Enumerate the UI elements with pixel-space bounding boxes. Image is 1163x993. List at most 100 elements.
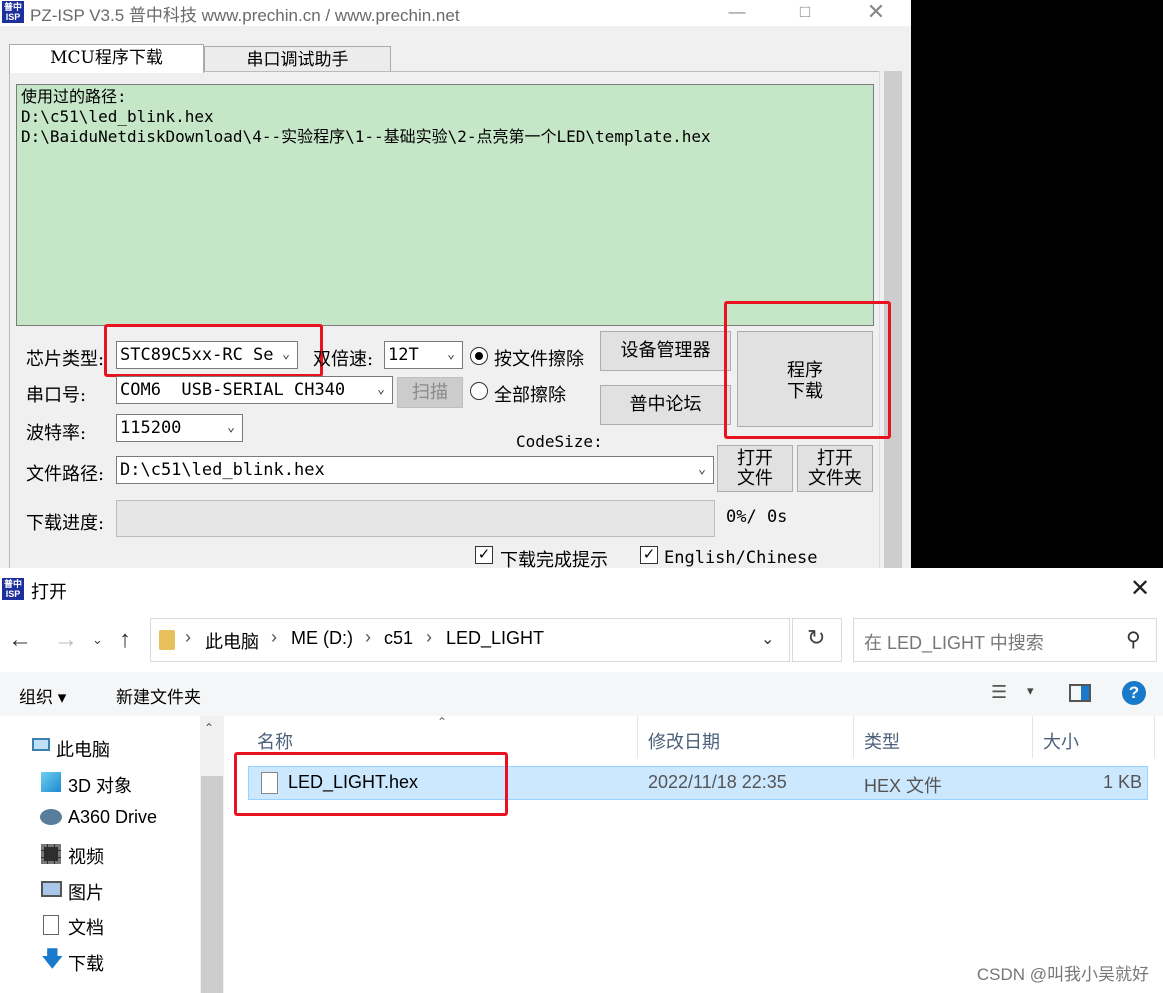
dialog-title: 打开 xyxy=(31,582,67,602)
app-logo-icon: 普中 ISP xyxy=(2,1,24,23)
this-pc-icon xyxy=(32,738,50,751)
watermark: CSDN @叫我小吴就好 xyxy=(976,965,1149,984)
port-select[interactable]: COM6 USB-SERIAL CH340 ⌄ xyxy=(116,376,393,404)
breadcrumb-item[interactable]: LED_LIGHT xyxy=(446,628,544,649)
breadcrumb-sep-icon: › xyxy=(271,627,277,647)
new-folder-button[interactable]: 新建文件夹 xyxy=(116,683,201,708)
breadcrumb-item[interactable]: ME (D:) xyxy=(291,628,353,649)
file-path-select[interactable]: D:\c51\led_blink.hex ⌄ xyxy=(116,456,714,484)
title-bar: 普中 ISP PZ-ISP V3.5 普中科技 www.prechin.cn / … xyxy=(0,0,911,26)
progress-label: 下载进度: xyxy=(26,513,105,534)
column-divider[interactable] xyxy=(1154,716,1155,758)
recent-chevron-icon[interactable]: ⌄ xyxy=(92,632,103,648)
nav-item-this-pc[interactable]: 此电脑 xyxy=(56,736,110,762)
nav-scrollbar[interactable]: ⌃ xyxy=(200,716,224,993)
breadcrumb-sep-icon: › xyxy=(185,627,191,647)
port-label: 串口号: xyxy=(26,385,87,406)
search-placeholder: 在 LED_LIGHT 中搜索 xyxy=(864,633,1044,653)
tab-serial-assistant[interactable]: 串口调试助手 xyxy=(204,46,391,72)
window-title: PZ-ISP V3.5 普中科技 www.prechin.cn / www.pr… xyxy=(30,6,460,25)
dialog-app-icon: 普中 ISP xyxy=(2,578,24,600)
file-path-label: 文件路径: xyxy=(26,464,105,485)
column-type[interactable]: 类型 xyxy=(864,728,900,754)
nav-item-pictures[interactable]: 图片 xyxy=(68,879,104,905)
file-size: 1 KB xyxy=(1102,772,1142,792)
maximize-button[interactable]: □ xyxy=(782,0,828,26)
erase-all-label: 全部擦除 xyxy=(494,385,566,406)
breadcrumb-item[interactable]: c51 xyxy=(384,628,413,649)
dialog-close-icon[interactable]: ✕ xyxy=(1130,574,1150,603)
baud-rate-select[interactable]: 115200 ⌄ xyxy=(116,414,243,442)
open-file-button[interactable]: 打开 文件 xyxy=(717,445,793,492)
preview-pane-icon[interactable] xyxy=(1069,684,1091,702)
open-file-line2: 文件 xyxy=(737,468,773,489)
double-speed-value: 12T xyxy=(388,345,419,365)
column-divider[interactable] xyxy=(637,716,638,758)
pictures-icon xyxy=(41,881,62,897)
notify-label: 下载完成提示 xyxy=(500,550,608,568)
folder-icon xyxy=(159,630,175,650)
notify-checkbox[interactable]: ✓ xyxy=(475,546,493,564)
device-manager-button[interactable]: 设备管理器 xyxy=(600,331,731,371)
open-folder-button[interactable]: 打开 文件夹 xyxy=(797,445,873,492)
open-file-dialog: 普中 ISP 打开 ✕ ← → ⌄ ↑ › 此电脑 › ME (D:) › c51… xyxy=(0,568,1163,993)
nav-item-a360-drive[interactable]: A360 Drive xyxy=(68,807,157,828)
back-arrow-icon[interactable]: ← xyxy=(8,626,32,654)
view-chevron-icon[interactable]: ▾ xyxy=(1027,683,1034,699)
up-arrow-icon[interactable]: ↑ xyxy=(119,626,131,654)
view-options-icon[interactable]: ☰ xyxy=(991,682,1007,703)
radio-erase-all[interactable] xyxy=(470,382,488,400)
help-icon[interactable]: ? xyxy=(1122,681,1146,705)
radio-erase-by-file[interactable] xyxy=(470,347,488,365)
chevron-down-icon: ⌄ xyxy=(440,342,462,368)
breadcrumb-item[interactable]: 此电脑 xyxy=(205,628,259,654)
nav-item-videos[interactable]: 视频 xyxy=(68,843,104,869)
open-file-line1: 打开 xyxy=(737,448,773,469)
language-checkbox[interactable]: ✓ xyxy=(640,546,658,564)
forward-arrow-icon[interactable]: → xyxy=(54,626,78,654)
file-path-value: D:\c51\led_blink.hex xyxy=(120,460,325,480)
navigation-pane: ⌃ 此电脑 3D 对象 A360 Drive 视频 图片 文档 🡇 下载 xyxy=(0,716,226,993)
open-folder-line2: 文件夹 xyxy=(808,468,862,489)
double-speed-select[interactable]: 12T ⌄ xyxy=(384,341,463,369)
search-icon: ⚲ xyxy=(1126,629,1141,651)
a360-drive-icon xyxy=(40,809,62,825)
chip-type-label: 芯片类型: xyxy=(26,349,105,370)
port-value: COM6 USB-SERIAL CH340 xyxy=(120,380,346,400)
history-path-box[interactable]: 使用过的路径: D:\c51\led_blink.hex D:\BaiduNet… xyxy=(16,84,874,326)
command-bar: 组织 ▾ 新建文件夹 ☰ ▾ ? xyxy=(0,672,1163,716)
documents-icon xyxy=(43,915,59,935)
downloads-icon: 🡇 xyxy=(41,946,64,971)
column-date[interactable]: 修改日期 xyxy=(648,728,720,754)
breadcrumb-sep-icon: › xyxy=(426,627,432,647)
3d-objects-icon xyxy=(41,772,61,792)
close-button[interactable]: ✕ xyxy=(853,0,899,26)
column-name[interactable]: 名称 xyxy=(257,728,293,754)
column-divider[interactable] xyxy=(853,716,854,758)
column-divider[interactable] xyxy=(1032,716,1033,758)
address-history-chevron-icon[interactable]: ⌄ xyxy=(761,629,774,649)
address-bar[interactable]: › 此电脑 › ME (D:) › c51 › LED_LIGHT ⌄ xyxy=(150,618,790,662)
nav-item-downloads[interactable]: 下载 xyxy=(68,950,104,976)
double-speed-label: 双倍速: xyxy=(313,349,374,370)
search-box[interactable]: 在 LED_LIGHT 中搜索 ⚲ xyxy=(853,618,1157,662)
minimize-button[interactable]: — xyxy=(714,0,760,26)
organize-menu[interactable]: 组织 ▾ xyxy=(19,683,66,708)
highlight-download-button xyxy=(724,301,891,439)
tab-mcu-download[interactable]: MCU程序下载 xyxy=(9,44,204,73)
refresh-button[interactable]: ↻ xyxy=(792,618,842,662)
background-black-area xyxy=(911,0,1163,568)
baud-rate-label: 波特率: xyxy=(26,423,87,444)
baud-rate-value: 115200 xyxy=(120,418,182,438)
open-folder-line1: 打开 xyxy=(817,448,853,469)
scan-button[interactable]: 扫描 xyxy=(397,377,463,408)
forum-button[interactable]: 普中论坛 xyxy=(600,385,731,425)
progress-text: 0%/ 0s xyxy=(726,507,788,527)
file-type: HEX 文件 xyxy=(864,776,943,796)
language-label: English/Chinese xyxy=(664,548,818,568)
column-size[interactable]: 大小 xyxy=(1043,728,1079,754)
nav-item-documents[interactable]: 文档 xyxy=(68,914,104,940)
nav-item-3d-objects[interactable]: 3D 对象 xyxy=(68,772,132,798)
highlight-hex-file xyxy=(234,752,508,816)
chevron-down-icon: ⌄ xyxy=(370,377,392,403)
